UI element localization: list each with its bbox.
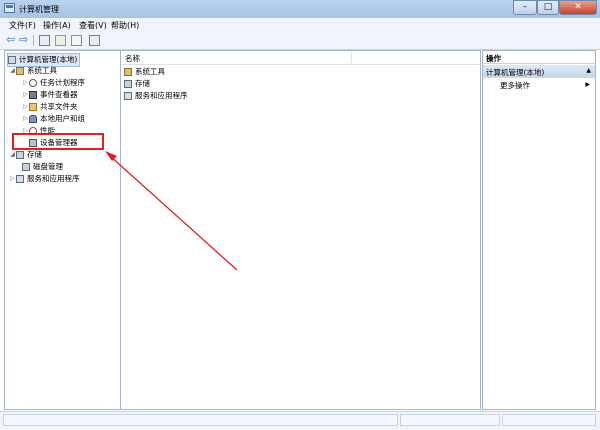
annotation-arrow (105, 151, 238, 271)
arrow-head (105, 151, 117, 161)
arrow-line (109, 155, 238, 271)
